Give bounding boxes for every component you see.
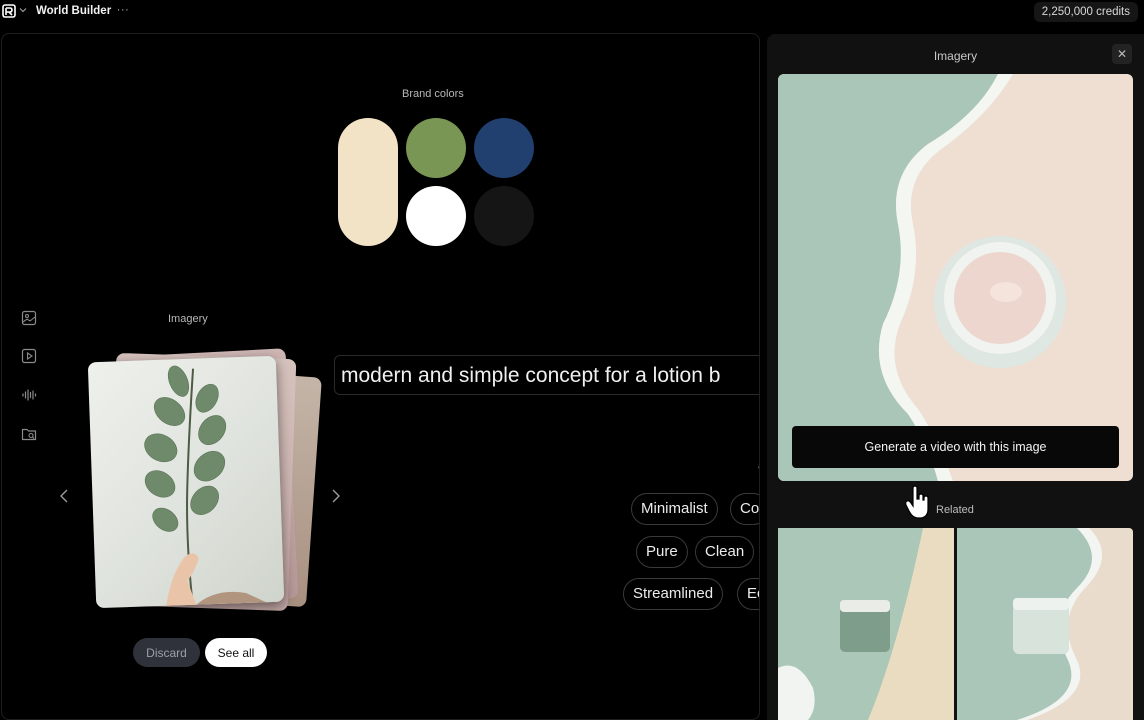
brand-color-swatch-cream[interactable] [338, 118, 398, 246]
panel-title: Imagery [933, 49, 978, 63]
app-logo-icon[interactable] [2, 4, 16, 18]
app-title: World Builder [36, 5, 112, 17]
credits-badge[interactable]: 2,250,000 credits [1033, 2, 1138, 22]
related-image[interactable] [957, 528, 1133, 720]
related-label: Related [936, 504, 974, 516]
audio-icon[interactable] [21, 387, 37, 403]
brand-color-swatch-white[interactable] [406, 186, 466, 246]
discard-button[interactable]: Discard [133, 638, 200, 667]
generate-video-button[interactable]: Generate a video with this image [792, 426, 1119, 468]
chevron-right-icon[interactable] [328, 488, 342, 504]
related-jar-image-2 [957, 528, 1133, 720]
canvas: Brand colors Imagery Discard See all mod… [1, 33, 760, 720]
prompt-text-box[interactable]: modern and simple concept for a lotion b [334, 355, 759, 395]
folder-search-icon[interactable] [21, 426, 37, 442]
keyword-chip[interactable]: Co [730, 493, 759, 525]
selected-image[interactable]: Generate a video with this image [778, 74, 1133, 481]
brand-color-swatch-green[interactable] [406, 118, 466, 178]
video-icon[interactable] [21, 348, 37, 364]
keyword-chip[interactable]: Minimalist [631, 493, 718, 525]
chevron-left-icon[interactable] [58, 488, 72, 504]
imagery-card-eucalyptus[interactable] [87, 355, 285, 609]
chevron-down-icon[interactable] [19, 6, 27, 14]
image-icon[interactable] [21, 310, 37, 326]
keyword-chip[interactable]: Ec [737, 578, 759, 610]
brand-color-swatch-black[interactable] [474, 186, 534, 246]
see-all-button[interactable]: See all [205, 638, 267, 667]
partial-text: V [758, 464, 759, 478]
imagery-panel: Imagery ✕ Generate a video with this ima… [767, 34, 1144, 720]
hand-pointer-cursor-icon [905, 485, 929, 519]
keyword-chip[interactable]: Pure [636, 536, 688, 568]
close-button[interactable]: ✕ [1112, 44, 1132, 64]
related-image[interactable] [778, 528, 954, 720]
brand-colors-label: Brand colors [402, 88, 464, 100]
lotion-jar-image [778, 74, 1133, 481]
keyword-chip[interactable]: Streamlined [623, 578, 724, 610]
imagery-label: Imagery [168, 313, 208, 325]
more-options-button[interactable]: ··· [116, 4, 130, 18]
keyword-chip[interactable]: Clean [695, 536, 755, 568]
top-bar: World Builder ··· 2,250,000 credits [0, 0, 1144, 24]
related-jar-image-1 [778, 528, 954, 720]
eucalyptus-branch-image [144, 365, 267, 606]
brand-color-swatch-blue[interactable] [474, 118, 534, 178]
